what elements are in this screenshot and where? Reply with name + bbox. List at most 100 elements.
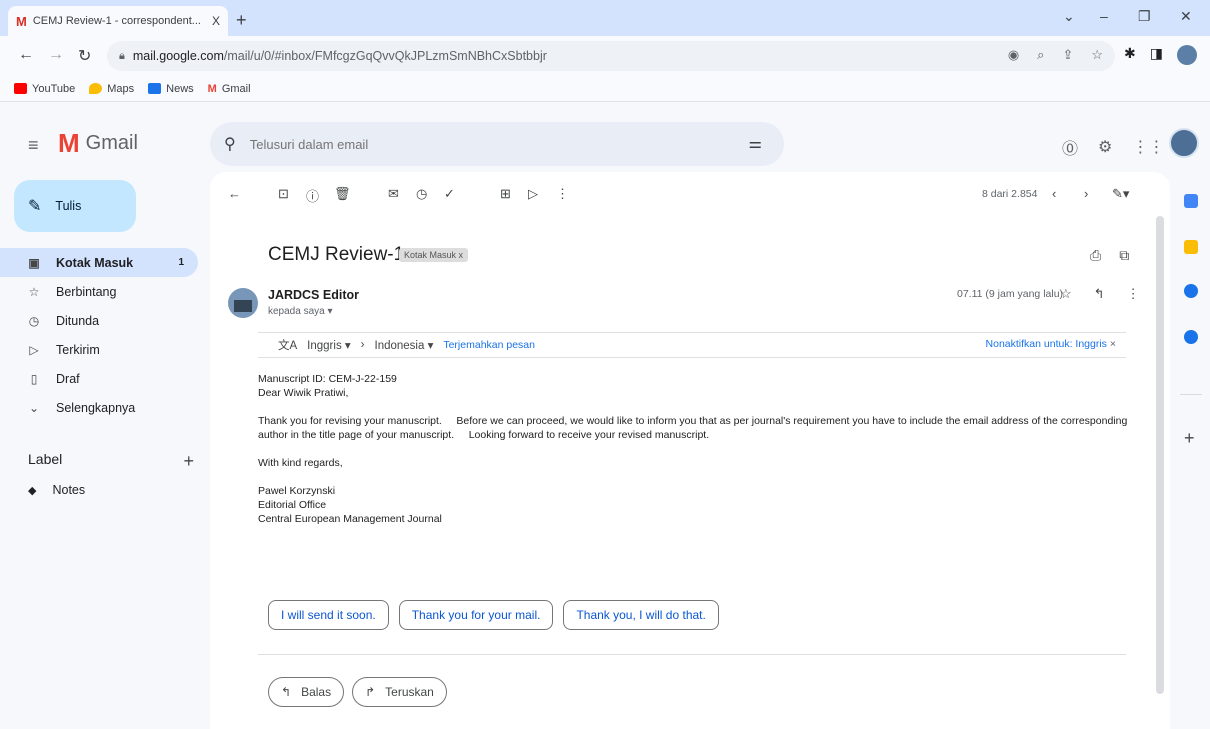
signature-name: Pawel Korzynski <box>258 485 336 497</box>
inbox-icon: ▣ <box>28 255 40 270</box>
search-options-icon[interactable]: ⚌ <box>749 134 762 152</box>
mark-unread-icon[interactable]: ✉ <box>388 186 399 202</box>
print-icon[interactable]: ⎙ <box>1090 247 1101 264</box>
message-pane: ← ⊡ ⓘ 🗑︎ ✉ ◷ ✓ ⊞ ▷ ⋮ 8 dari 2.854 ‹ › ✎▾… <box>210 172 1170 729</box>
forward-arrow-icon: ↱ <box>365 685 376 699</box>
signature-office: Editorial Office <box>258 499 327 511</box>
address-bar[interactable]: 🔒︎ mail.google.com/mail/u/0/#inbox/FMfcg… <box>107 41 1115 71</box>
older-icon[interactable]: › <box>1084 186 1088 201</box>
search-bar[interactable]: ⚲ ⚌ <box>210 122 784 166</box>
star-message-icon[interactable]: ☆ <box>1060 286 1072 302</box>
maps-pin-icon <box>89 83 103 94</box>
youtube-icon <box>14 83 27 94</box>
bookmark-news[interactable]: News <box>148 83 194 95</box>
settings-gear-icon[interactable]: ⚙ <box>1098 137 1112 157</box>
add-label-icon[interactable]: + <box>183 451 194 472</box>
inbox-label-chip[interactable]: Kotak Masuk x <box>399 248 469 262</box>
close-window-icon[interactable]: ✕ <box>1180 8 1192 25</box>
newer-icon[interactable]: ‹ <box>1052 186 1056 201</box>
browser-tab[interactable]: M CEMJ Review-1 - correspondent... X <box>8 6 228 36</box>
signature-org: Central European Management Journal <box>258 513 442 525</box>
bookmark-maps[interactable]: Maps <box>89 83 134 95</box>
back-to-inbox-icon[interactable]: ← <box>228 186 241 201</box>
forward-button[interactable]: ↱ Teruskan <box>352 677 447 707</box>
share-icon[interactable]: ⇪ <box>1062 47 1073 63</box>
back-icon[interactable]: ← <box>18 46 34 64</box>
bookmark-star-icon[interactable]: ☆ <box>1091 47 1103 63</box>
side-panel: + <box>1172 172 1210 729</box>
minimize-icon[interactable]: – <box>1100 8 1108 24</box>
sidebar-item-starred[interactable]: ☆ Berbintang <box>0 277 198 306</box>
extension-icons: ✱ ◨ ⋮ <box>1124 45 1210 65</box>
archive-icon[interactable]: ⊡ <box>278 186 289 202</box>
open-new-window-icon[interactable]: ⧉ <box>1119 247 1129 264</box>
translate-icon: 文A <box>278 340 298 352</box>
search-icon[interactable]: ⚲ <box>224 134 236 154</box>
delete-icon[interactable]: 🗑︎ <box>334 186 351 202</box>
label-icon: ◆ <box>28 484 37 497</box>
target-language-select[interactable]: Indonesia ▾ <box>375 338 434 352</box>
translate-bar: 文A Inggris ▾ › Indonesia ▾ Terjemahkan p… <box>258 332 1126 358</box>
keep-icon[interactable] <box>1184 240 1198 254</box>
sidebar-item-sent[interactable]: ▷ Terkirim <box>0 335 198 364</box>
reply-icon[interactable]: ↰ <box>1094 286 1105 302</box>
source-language-select[interactable]: Inggris ▾ <box>307 338 350 352</box>
reply-arrow-icon: ↰ <box>281 685 292 699</box>
smart-reply-button[interactable]: Thank you, I will do that. <box>563 600 719 630</box>
sidebar-item-more[interactable]: ⌄ Selengkapnya <box>0 393 198 422</box>
lock-icon: 🔒︎ <box>119 49 125 62</box>
translate-message-link[interactable]: Terjemahkan pesan <box>443 339 535 351</box>
zoom-icon[interactable]: ⌕ <box>1037 47 1044 63</box>
tab-close-icon[interactable]: X <box>212 14 220 28</box>
sidepanel-icon[interactable]: ◨ <box>1150 45 1163 65</box>
scrollbar[interactable] <box>1156 216 1164 694</box>
get-addons-icon[interactable]: + <box>1184 428 1195 449</box>
apps-grid-icon[interactable]: ⋮⋮ <box>1132 137 1164 157</box>
bookmark-youtube[interactable]: YouTube <box>14 83 75 95</box>
add-task-icon[interactable]: ✓ <box>444 186 455 202</box>
more-options-icon[interactable]: ⋮ <box>556 186 569 202</box>
sidebar-item-drafts[interactable]: ▯ Draf <box>0 364 198 393</box>
disable-translate-link[interactable]: Nonaktifkan untuk: Inggris × <box>986 338 1116 350</box>
extensions-icon[interactable]: ✱ <box>1124 45 1136 65</box>
smart-reply-button[interactable]: I will send it soon. <box>268 600 389 630</box>
labels-icon[interactable]: ▷ <box>528 186 538 202</box>
compose-button[interactable]: ✎ Tulis <box>14 180 136 232</box>
maximize-icon[interactable]: ❐ <box>1138 8 1151 25</box>
tracking-icon[interactable]: ◉ <box>1008 47 1019 63</box>
body-paragraph: Thank you for revising your manuscript. … <box>258 415 1131 441</box>
message-more-icon[interactable]: ⋮ <box>1127 286 1140 302</box>
snooze-icon[interactable]: ◷ <box>416 186 427 202</box>
reload-icon[interactable]: ↻ <box>78 46 91 66</box>
tab-search-icon[interactable]: ⌄ <box>1063 8 1075 25</box>
new-tab-icon[interactable]: + <box>236 10 247 31</box>
forward-icon[interactable]: → <box>48 46 64 64</box>
search-input[interactable] <box>249 136 710 152</box>
contacts-icon[interactable] <box>1184 330 1198 344</box>
tasks-icon[interactable] <box>1184 284 1198 298</box>
sidebar-item-inbox[interactable]: ▣ Kotak Masuk 1 <box>0 248 198 277</box>
browser-toolbar: ← → ↻ 🔒︎ mail.google.com/mail/u/0/#inbox… <box>0 36 1210 76</box>
profile-avatar[interactable] <box>1176 45 1197 65</box>
input-tools-icon[interactable]: ✎▾ <box>1112 186 1129 202</box>
calendar-icon[interactable] <box>1184 194 1198 208</box>
smart-replies: I will send it soon. Thank you for your … <box>268 600 719 630</box>
sidebar-label-notes[interactable]: ◆ Notes <box>28 483 85 497</box>
recipient-details[interactable]: kepada saya ▾ <box>268 306 333 317</box>
subject-actions: ⎙ ⧉ <box>1090 247 1129 264</box>
gmail-logo[interactable]: M Gmail <box>58 130 138 156</box>
main-menu-icon[interactable]: ≡ <box>28 135 39 156</box>
reply-actions: ↰ Balas ↱ Teruskan <box>268 677 447 707</box>
message-timestamp: 07.11 (9 jam yang lalu) <box>957 288 1064 300</box>
close-icon[interactable]: × <box>1110 338 1116 350</box>
report-spam-icon[interactable]: ⓘ <box>306 186 319 205</box>
help-icon[interactable]: ⓪ <box>1062 135 1078 159</box>
bookmark-gmail[interactable]: M Gmail <box>208 83 251 95</box>
smart-reply-button[interactable]: Thank you for your mail. <box>398 600 554 630</box>
sidebar-item-snoozed[interactable]: ◷ Ditunda <box>0 306 198 335</box>
sender-name[interactable]: JARDCS Editor <box>268 288 359 302</box>
reply-button[interactable]: ↰ Balas <box>268 677 345 707</box>
account-avatar[interactable] <box>1169 128 1199 158</box>
sender-avatar[interactable] <box>228 288 258 318</box>
move-to-icon[interactable]: ⊞ <box>500 186 511 202</box>
